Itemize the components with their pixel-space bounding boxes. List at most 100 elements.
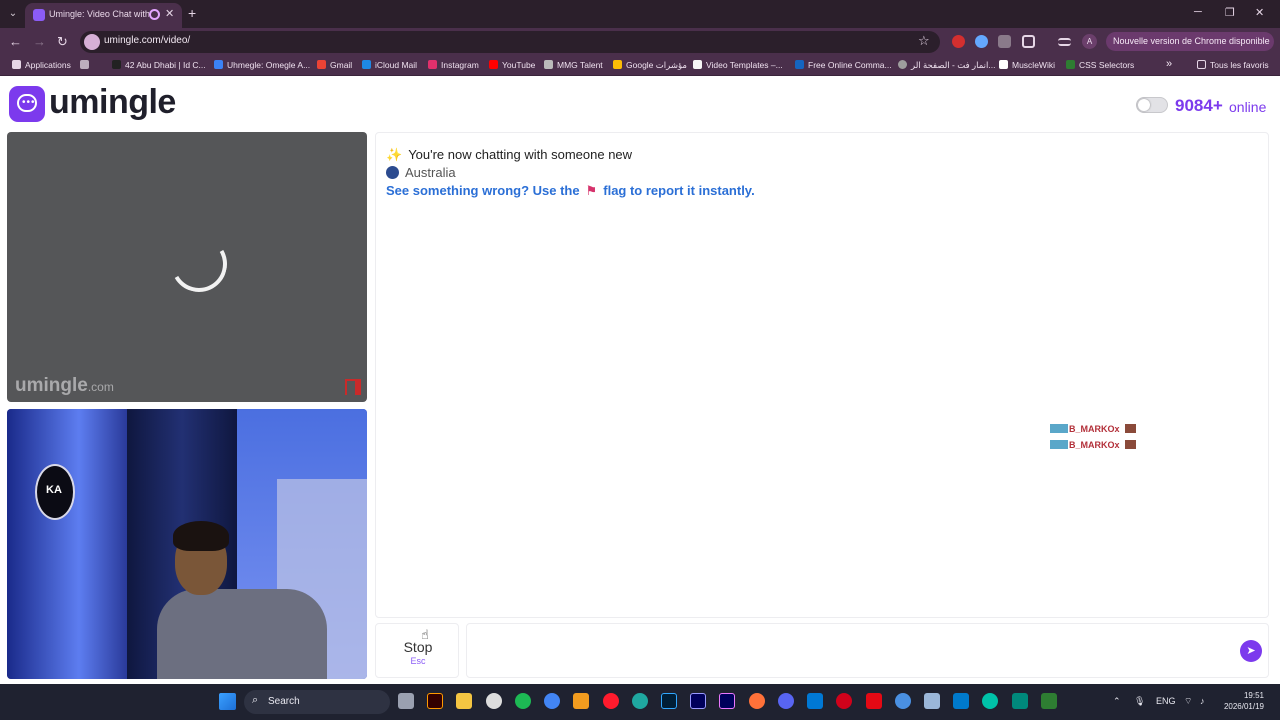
site-info-icon[interactable] [84,34,100,50]
browser-icon[interactable] [895,693,911,709]
wifi-icon[interactable]: ⌔ [1184,696,1192,707]
vscode-icon[interactable] [953,693,969,709]
terminal-icon[interactable] [1041,693,1057,709]
stream-overlay-tag: B_MARKOx [1050,424,1136,434]
chat-status-line: ✨ You're now chatting with someone new [386,147,632,163]
bookmark-google-trends[interactable]: Google مؤشرات [613,60,687,71]
overlay-emblem-icon [1124,424,1136,433]
bookmark-star-icon[interactable]: ☆ [918,33,930,49]
premiere-icon[interactable] [719,693,735,709]
bookmark-mmg-talent[interactable]: MMG Talent [544,60,603,70]
folder-icon [1197,60,1206,69]
language-indicator[interactable]: ENG [1156,696,1176,706]
chat-location-text: Australia [405,165,456,180]
spotify-icon[interactable] [515,693,531,709]
fl-studio-icon[interactable] [573,693,589,709]
photoshop-icon[interactable] [661,693,677,709]
bookmark-label: CSS Selectors [1079,60,1135,70]
youtube-icon [489,60,498,69]
bookmark-apps-grid[interactable] [80,60,93,70]
umingle-logo-icon[interactable]: ••• [9,86,45,122]
recording-indicator-icon [149,9,160,20]
watermark-text: umingle [15,375,88,396]
report-flag-icon[interactable] [345,379,361,395]
tab-search-button[interactable]: ⌄ [4,5,22,23]
bookmark-applications[interactable]: Applications [12,60,71,70]
windows-start-icon[interactable] [219,693,236,710]
system-clock[interactable]: 19:51 2026/01/19 [1222,690,1264,712]
search-icon: ⌕ [252,694,259,706]
bookmark-icloud-mail[interactable]: iCloud Mail [362,60,417,70]
extension-grid-icon[interactable] [998,35,1011,48]
bookmark-musclewiki[interactable]: MuscleWiki [999,60,1055,70]
tab-title: Umingle: Video Chat with S [49,9,149,19]
bookmark-uhmegle[interactable]: Uhmegle: Omegle A... [214,60,310,70]
address-bar-url: umingle.com/video/ [104,35,191,46]
sparkle-icon: ✨ [386,147,403,162]
umingle-page: ••• umingle 9084+ online umingle.com KA … [0,77,1280,684]
minimize-window-icon[interactable]: ─ [1194,6,1202,18]
back-arrow-icon[interactable]: ← [9,34,22,49]
mail-icon[interactable] [836,693,852,709]
app-2-icon[interactable] [1012,693,1028,709]
close-window-icon[interactable]: ✕ [1255,6,1264,19]
send-arrow-icon: ➤ [1246,645,1256,657]
file-explorer-icon[interactable] [456,693,472,709]
bookmark-label: 42 Abu Dhabi | Id C... [125,60,206,70]
forward-arrow-icon[interactable]: → [33,34,46,49]
extension-adblock-icon[interactable] [952,35,965,48]
opera-icon[interactable] [603,693,619,709]
bookmark-42-abu-dhabi[interactable]: 42 Abu Dhabi | Id C... [112,60,206,70]
browser-tabbar: ⌄ Umingle: Video Chat with S ✕ + ─ ❐ ✕ [0,0,1280,28]
bookmark-youtube[interactable]: YouTube [489,60,535,70]
theme-toggle[interactable] [1136,97,1168,113]
profile-avatar[interactable]: A [1082,34,1097,49]
send-button[interactable]: ➤ [1240,640,1262,662]
discord-icon[interactable] [778,693,794,709]
stop-button[interactable]: Stop Esc [375,623,459,678]
chrome-update-button[interactable]: Nouvelle version de Chrome disponible [1106,32,1274,51]
address-bar[interactable]: umingle.com/video/ [80,31,940,53]
after-effects-icon[interactable] [690,693,706,709]
app-icon[interactable] [982,693,998,709]
close-tab-icon[interactable]: ✕ [165,7,174,20]
maximize-window-icon[interactable]: ❐ [1225,6,1235,19]
bookmark-video-templates[interactable]: Video Templates –... [693,60,783,70]
instagram-icon [428,60,437,69]
commands-icon [795,60,804,69]
bookmark-css-selectors[interactable]: CSS Selectors [1066,60,1134,70]
mouse-cursor-icon: ☝ [421,627,429,642]
browser-tab-active[interactable]: Umingle: Video Chat with S ✕ [25,3,182,28]
more-bookmarks-button[interactable]: » [1166,58,1172,70]
bookmark-free-online-commands[interactable]: Free Online Comma... [795,60,892,70]
new-tab-button[interactable]: + [188,5,196,21]
settings-icon[interactable] [486,693,502,709]
windows-taskbar: ⌕ Search ⌃ 🎙 ENG ⌔ ♪ 19:51 2026/01/19 [0,684,1280,720]
stop-shortcut: Esc [410,656,426,666]
reload-icon[interactable]: ↻ [57,34,68,50]
stranger-video: umingle.com [7,132,367,402]
outlook-icon[interactable] [807,693,823,709]
bookmark-gmail[interactable]: Gmail [317,60,352,70]
bookmark-arabic-page[interactable]: انمار فت - الصفحة الر... [898,60,995,71]
photos-icon[interactable] [924,693,940,709]
media-controls-icon[interactable] [1058,38,1071,46]
extension-circle-icon[interactable] [975,35,988,48]
bookmark-instagram[interactable]: Instagram [428,60,479,70]
message-input[interactable]: ➤ [466,623,1269,678]
task-view-icon[interactable] [398,693,414,709]
edge-icon[interactable] [632,693,648,709]
all-bookmarks-button[interactable]: Tous les favoris [1197,60,1269,70]
volume-icon[interactable]: ♪ [1200,696,1205,706]
netflix-icon[interactable] [866,693,882,709]
extensions-puzzle-icon[interactable] [1022,35,1035,48]
bookmark-label: Free Online Comma... [808,60,892,70]
illustrator-icon[interactable] [427,693,443,709]
firefox-icon[interactable] [749,693,765,709]
chrome-icon[interactable] [544,693,560,709]
taskbar-search[interactable]: ⌕ Search [244,690,390,714]
umingle-logo-text[interactable]: umingle [49,83,176,122]
umingle-favicon-icon [33,9,45,21]
microphone-icon[interactable]: 🎙 [1134,696,1145,707]
tray-chevron-icon[interactable]: ⌃ [1113,696,1121,707]
